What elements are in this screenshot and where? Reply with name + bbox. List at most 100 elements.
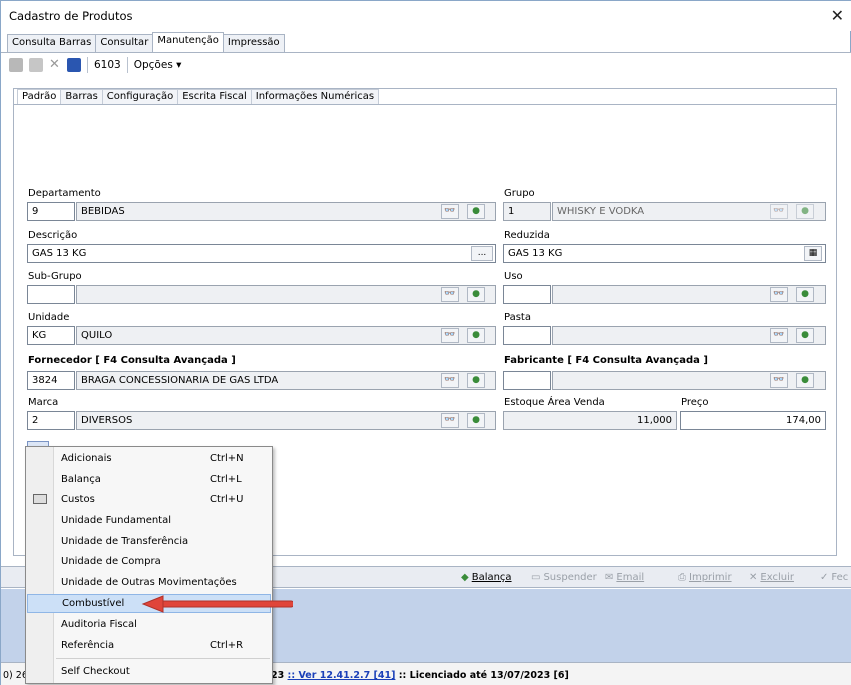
delete-icon: ✕ [749,572,758,583]
menu-item-self-checkout[interactable]: Self Checkout [27,662,271,681]
tab-configuracao[interactable]: Configuração [101,89,179,105]
grupo-code-field[interactable]: 1 [503,202,551,221]
pasta-label: Pasta [504,312,531,323]
fornecedor-label: Fornecedor [ F4 Consulta Avançada ] [28,355,236,366]
tab-consultar[interactable]: Consultar [95,34,154,52]
menu-item-auditoria-fiscal[interactable]: Auditoria Fiscal [27,615,271,634]
check-icon: ✓ [820,572,829,583]
menu-item-unidade-fundamental[interactable]: Unidade Fundamental [27,511,271,530]
menu-item-label: Referência [61,640,115,651]
fechar-button[interactable]: ✓ Fec [816,569,851,586]
fornecedor-code-field[interactable]: 3824 [27,371,75,390]
calculator-icon[interactable]: ▦ [804,246,822,261]
departamento-label: Departamento [28,188,101,199]
reduzida-field[interactable]: GAS 13 KG [503,244,826,263]
menu-item-label: Balança [61,474,101,485]
binoculars-icon[interactable]: 👓 [441,328,459,343]
edit-icon[interactable] [29,58,43,72]
go-icon[interactable]: ● [796,287,814,302]
go-icon[interactable]: ● [467,373,485,388]
go-icon[interactable]: ● [467,413,485,428]
menu-item-adicionais[interactable]: Adicionais Ctrl+N [27,449,271,468]
save-icon[interactable] [67,58,81,72]
tab-consulta-barras[interactable]: Consulta Barras [7,34,97,52]
binoculars-icon[interactable]: 👓 [770,328,788,343]
tab-escrita-fiscal[interactable]: Escrita Fiscal [177,89,252,105]
binoculars-icon[interactable]: 👓 [441,373,459,388]
balanca-label: Balança [471,572,512,583]
tab-impressao[interactable]: Impressão [222,34,285,52]
main-window: Cadastro de Produtos ✕ Consulta Barras C… [0,0,851,685]
menu-item-shortcut: Ctrl+U [210,494,244,505]
go-icon[interactable]: ● [467,204,485,219]
unidade-code-field[interactable]: KG [27,326,75,345]
tab-informacoes-numericas[interactable]: Informações Numéricas [250,89,380,105]
balanca-button[interactable]: ◆ Balança [457,569,516,586]
context-menu: Adicionais Ctrl+N Balança Ctrl+L Custos … [25,446,273,684]
pasta-code-field[interactable] [503,326,551,345]
unidade-label: Unidade [28,312,70,323]
delete-icon[interactable]: ✕ [49,58,61,72]
binoculars-icon[interactable]: 👓 [441,287,459,302]
tab-barras[interactable]: Barras [60,89,103,105]
menu-item-label: Unidade de Compra [61,556,161,567]
add-icon[interactable] [9,58,23,72]
tab-manutencao[interactable]: Manutenção [152,32,224,51]
descricao-field[interactable]: GAS 13 KG [27,244,496,263]
calculator-icon [33,494,47,504]
ellipsis-button[interactable]: ... [471,246,493,261]
estoque-label: Estoque Área Venda [504,397,605,408]
fabricante-code-field[interactable] [503,371,551,390]
subgrupo-label: Sub-Grupo [28,271,82,282]
descricao-label: Descrição [28,230,78,241]
grupo-label: Grupo [504,188,535,199]
record-code: 6103 [94,59,121,71]
menu-item-custos[interactable]: Custos Ctrl+U [27,490,271,509]
subgrupo-code-field[interactable] [27,285,75,304]
close-icon[interactable]: ✕ [831,6,844,25]
go-icon[interactable]: ● [796,328,814,343]
go-icon[interactable]: ● [796,373,814,388]
binoculars-icon[interactable]: 👓 [441,204,459,219]
tab-padrao[interactable]: Padrão [17,89,62,105]
email-button[interactable]: ✉ Email [601,569,648,586]
menu-item-label: Combustível [62,598,125,609]
marca-code-field[interactable]: 2 [27,411,75,430]
menu-item-label: Self Checkout [61,666,130,677]
menu-item-unidade-outras-movimentacoes[interactable]: Unidade de Outras Movimentações [27,573,271,592]
reduzida-label: Reduzida [504,230,550,241]
binoculars-icon[interactable]: 👓 [770,287,788,302]
menu-separator [56,658,270,659]
printer-icon: ⎙ [678,572,686,583]
version-link[interactable]: :: Ver 12.41.2.7 [41] [288,670,396,681]
menu-item-unidade-transferencia[interactable]: Unidade de Transferência [27,532,271,551]
go-icon[interactable]: ● [796,204,814,219]
menu-item-label: Unidade Fundamental [61,515,172,526]
excluir-button[interactable]: ✕ Excluir [745,569,798,586]
scale-icon: ◆ [461,572,469,583]
menu-item-referencia[interactable]: Referência Ctrl+R [27,636,271,655]
estoque-field: 11,000 [503,411,677,430]
departamento-code-field[interactable]: 9 [27,202,75,221]
binoculars-icon[interactable]: 👓 [770,373,788,388]
fabricante-label: Fabricante [ F4 Consulta Avançada ] [504,355,708,366]
binoculars-icon[interactable]: 👓 [770,204,788,219]
unidade-name-field: QUILO [76,326,496,345]
preco-label: Preço [681,397,709,408]
red-pointer-arrow [141,595,293,613]
suspender-button[interactable]: ▭ Suspender [527,569,601,586]
preco-field[interactable]: 174,00 [680,411,826,430]
options-menu[interactable]: Opções ▾ [134,59,182,71]
menu-item-balanca[interactable]: Balança Ctrl+L [27,470,271,489]
suspender-label: Suspender [543,572,597,583]
imprimir-button[interactable]: ⎙ Imprimir [674,569,736,586]
binoculars-icon[interactable]: 👓 [441,413,459,428]
go-icon[interactable]: ● [467,287,485,302]
uso-code-field[interactable] [503,285,551,304]
subgrupo-name-field [76,285,496,304]
menu-item-label: Unidade de Transferência [61,536,189,547]
toolbar: ✕ 6103 Opções ▾ [9,55,181,75]
menu-item-unidade-compra[interactable]: Unidade de Compra [27,552,271,571]
marca-name-field: DIVERSOS [76,411,496,430]
go-icon[interactable]: ● [467,328,485,343]
